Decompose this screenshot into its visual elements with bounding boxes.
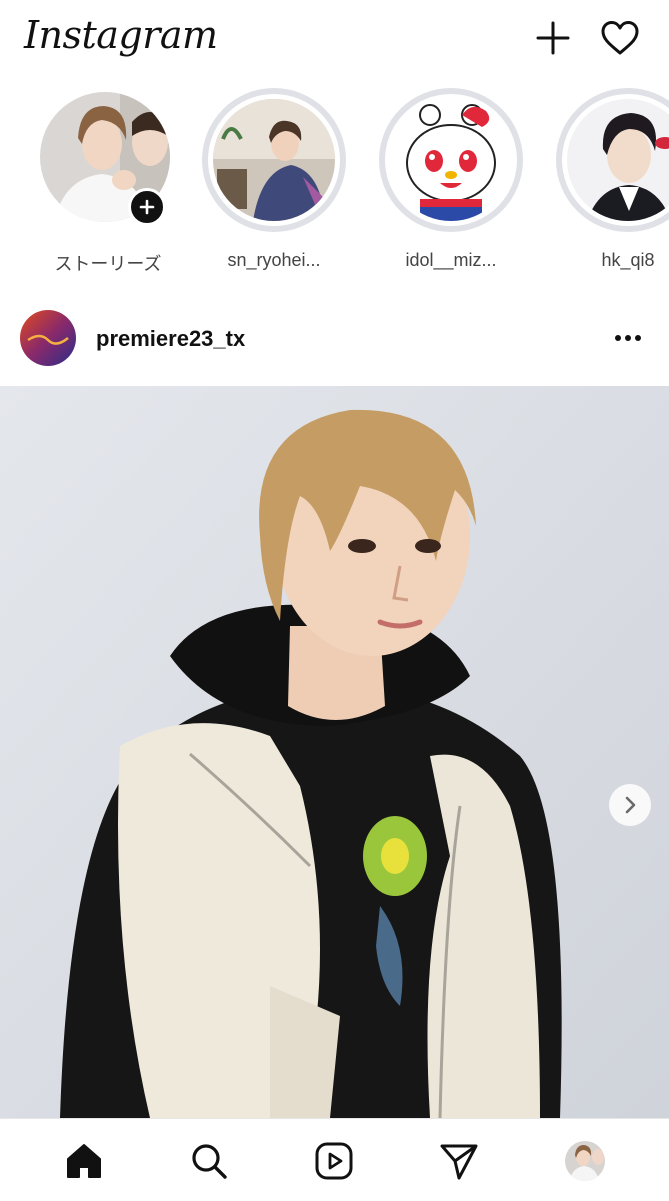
- story-own[interactable]: ストーリーズ: [20, 82, 190, 282]
- tab-home[interactable]: [62, 1139, 106, 1183]
- story-ring: [556, 88, 669, 232]
- post-photo[interactable]: [0, 386, 669, 1118]
- tab-reels[interactable]: [312, 1139, 356, 1183]
- next-photo-button[interactable]: [609, 784, 651, 826]
- tab-profile[interactable]: [563, 1139, 607, 1183]
- post-options-button[interactable]: [606, 322, 650, 354]
- home-icon: [67, 1144, 101, 1178]
- profile-avatar: [565, 1141, 605, 1181]
- story-ring: [379, 88, 523, 232]
- story-avatar: [390, 99, 512, 221]
- tab-search[interactable]: [187, 1139, 231, 1183]
- story-item[interactable]: hk_qi8: [540, 82, 669, 282]
- plus-icon: [536, 21, 570, 55]
- story-label: hk_qi8: [601, 250, 655, 270]
- tab-direct[interactable]: [437, 1139, 481, 1183]
- add-story-badge[interactable]: [128, 188, 166, 226]
- story-ring: [202, 88, 346, 232]
- search-icon: [192, 1144, 227, 1179]
- reels-icon: [315, 1142, 353, 1180]
- story-avatar: [213, 99, 335, 221]
- chevron-right-icon: [625, 796, 636, 814]
- story-label: sn_ryohei...: [227, 250, 321, 270]
- more-icon: [615, 335, 641, 341]
- plus-icon: [139, 199, 155, 215]
- post-author-avatar[interactable]: [20, 310, 76, 366]
- instagram-logo[interactable]: Instagram: [24, 13, 218, 57]
- app-header: Instagram: [0, 0, 669, 82]
- story-label: idol__miz...: [405, 250, 497, 270]
- story-item[interactable]: idol__miz...: [363, 82, 533, 282]
- post-header: premiere23_tx: [0, 300, 669, 380]
- create-post-button[interactable]: [531, 16, 575, 60]
- story-label: ストーリーズ: [54, 254, 162, 274]
- stories-tray: ストーリーズ sn_ryohei... idol__miz... hk_qi8: [0, 82, 669, 290]
- activity-button[interactable]: [598, 16, 642, 60]
- bottom-tab-bar: [0, 1118, 669, 1201]
- heart-icon: [601, 21, 639, 55]
- post-username[interactable]: premiere23_tx: [96, 326, 245, 352]
- story-item[interactable]: sn_ryohei...: [186, 82, 356, 282]
- send-icon: [440, 1144, 478, 1180]
